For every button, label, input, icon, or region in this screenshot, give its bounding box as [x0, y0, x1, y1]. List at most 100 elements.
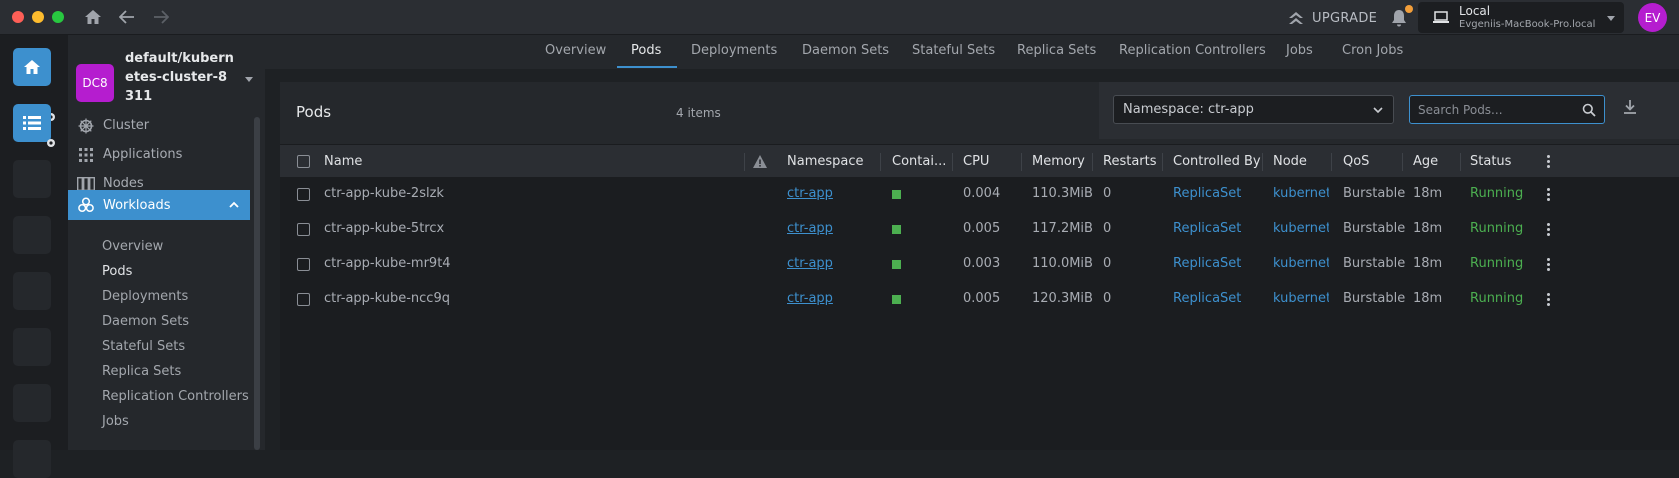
sidebar-subitem-replication-controllers[interactable]: Replication Controllers: [102, 387, 249, 407]
controlled-by-link[interactable]: ReplicaSet: [1173, 221, 1241, 236]
column-header-cpu[interactable]: CPU: [963, 154, 989, 169]
sidebar-subitem-stateful-sets[interactable]: Stateful Sets: [102, 337, 185, 357]
notification-badge: [1405, 5, 1413, 13]
namespace-link[interactable]: ctr-app: [787, 221, 833, 236]
namespace-link[interactable]: ctr-app: [787, 256, 833, 271]
cluster-badge: DC8: [76, 64, 114, 102]
upgrade-button[interactable]: UPGRADE: [1288, 8, 1377, 28]
table-row[interactable]: ctr-app-kube-mr9t4 ctr-app 0.003 110.0Mi…: [280, 247, 1679, 282]
pod-cpu: 0.003: [963, 256, 1001, 271]
download-icon[interactable]: [1621, 98, 1639, 116]
controlled-by-link[interactable]: ReplicaSet: [1173, 186, 1241, 201]
tab-overview[interactable]: Overview: [545, 43, 606, 58]
controlled-by-link[interactable]: ReplicaSet: [1173, 291, 1241, 306]
column-header-node[interactable]: Node: [1273, 154, 1307, 169]
row-checkbox[interactable]: [297, 293, 310, 306]
row-checkbox[interactable]: [297, 188, 310, 201]
column-header-status[interactable]: Status: [1470, 154, 1511, 169]
minimize-window-button[interactable]: [32, 11, 44, 23]
namespace-link[interactable]: ctr-app: [787, 186, 833, 201]
row-menu-icon[interactable]: [1547, 223, 1551, 237]
column-divider: [1402, 153, 1403, 171]
main-content: Overview Pods Deployments Daemon Sets St…: [265, 35, 1679, 450]
tab-replica-sets[interactable]: Replica Sets: [1017, 43, 1096, 58]
container-status-indicator: [892, 260, 901, 269]
search-input[interactable]: [1418, 101, 1578, 118]
pod-qos: Burstable: [1343, 291, 1406, 306]
tab-deployments[interactable]: Deployments: [691, 43, 777, 58]
tab-replication-controllers[interactable]: Replication Controllers: [1119, 43, 1266, 58]
sidebar-scrollbar[interactable]: [254, 117, 260, 450]
hotbar-empty-slot[interactable]: [13, 384, 51, 422]
row-menu-icon[interactable]: [1547, 293, 1551, 307]
home-icon[interactable]: [83, 7, 103, 27]
search-pods[interactable]: [1409, 95, 1605, 124]
node-link[interactable]: kubernetes: [1273, 221, 1329, 236]
hotbar-empty-slot[interactable]: [13, 216, 51, 254]
column-header-controlled-by[interactable]: Controlled By: [1173, 154, 1261, 169]
namespace-select-value: Namespace: ctr-app: [1123, 102, 1254, 117]
sidebar-subitem-daemon-sets[interactable]: Daemon Sets: [102, 312, 189, 332]
maximize-window-button[interactable]: [52, 11, 64, 23]
tab-stateful-sets[interactable]: Stateful Sets: [912, 43, 995, 58]
node-link[interactable]: kubernetes: [1273, 256, 1329, 271]
user-avatar[interactable]: EV: [1638, 3, 1667, 32]
sidebar-subitem-overview[interactable]: Overview: [102, 237, 163, 257]
workload-tabs: Overview Pods Deployments Daemon Sets St…: [265, 35, 1679, 69]
pod-qos: Burstable: [1343, 256, 1406, 271]
back-arrow-icon[interactable]: [117, 7, 137, 27]
table-header: Name Namespace Contai... CPU Memory Rest…: [280, 144, 1679, 177]
tab-daemon-sets[interactable]: Daemon Sets: [802, 43, 889, 58]
sidebar-subitem-replica-sets[interactable]: Replica Sets: [102, 362, 181, 382]
node-link[interactable]: kubernetes: [1273, 186, 1329, 201]
table-row[interactable]: ctr-app-kube-ncc9q ctr-app 0.005 120.3Mi…: [280, 282, 1679, 317]
row-menu-icon[interactable]: [1547, 188, 1551, 202]
pod-qos: Burstable: [1343, 221, 1406, 236]
hotbar-empty-slot[interactable]: [13, 272, 51, 310]
cluster-context-select[interactable]: Local Evgeniis-MacBook-Pro.local: [1418, 2, 1624, 33]
laptop-icon: [1433, 11, 1449, 23]
column-header-restarts[interactable]: Restarts: [1103, 154, 1157, 169]
tab-jobs[interactable]: Jobs: [1286, 43, 1313, 58]
sidebar-item-applications[interactable]: Applications: [68, 140, 250, 169]
column-menu-icon[interactable]: [1547, 155, 1551, 169]
row-checkbox[interactable]: [297, 258, 310, 271]
column-divider: [952, 153, 953, 171]
namespace-link[interactable]: ctr-app: [787, 291, 833, 306]
hotbar-empty-slot[interactable]: [13, 160, 51, 198]
column-header-name[interactable]: Name: [324, 154, 362, 169]
row-checkbox[interactable]: [297, 223, 310, 236]
sidebar-item-cluster[interactable]: Cluster: [68, 111, 250, 140]
pod-status: Running: [1470, 186, 1524, 201]
select-all-checkbox[interactable]: [297, 155, 310, 168]
table-row[interactable]: ctr-app-kube-5trcx ctr-app 0.005 117.2Mi…: [280, 212, 1679, 247]
close-window-button[interactable]: [12, 11, 24, 23]
column-header-qos[interactable]: QoS: [1343, 154, 1369, 169]
gear-icon[interactable]: [45, 137, 57, 149]
hotbar-home-item[interactable]: [13, 48, 51, 86]
hotbar-empty-slot[interactable]: [13, 440, 51, 478]
sidebar-subitem-jobs[interactable]: Jobs: [102, 412, 129, 432]
chevron-down-icon: [1373, 107, 1383, 114]
sidebar-item-label: Applications: [103, 147, 183, 162]
column-header-age[interactable]: Age: [1413, 154, 1438, 169]
cluster-header[interactable]: DC8 default/kubernetes-cluster-8311: [76, 45, 256, 105]
pod-restarts: 0: [1103, 291, 1112, 306]
node-link[interactable]: kubernetes: [1273, 291, 1329, 306]
table-row[interactable]: ctr-app-kube-2slzk ctr-app 0.004 110.3Mi…: [280, 177, 1679, 212]
tab-pods[interactable]: Pods: [631, 43, 661, 58]
row-menu-icon[interactable]: [1547, 258, 1551, 272]
sidebar-item-label: Nodes: [103, 176, 144, 191]
column-header-containers[interactable]: Contai...: [892, 154, 946, 169]
sidebar-subitem-deployments[interactable]: Deployments: [102, 287, 188, 307]
controlled-by-link[interactable]: ReplicaSet: [1173, 256, 1241, 271]
sidebar-item-workloads[interactable]: Workloads: [68, 190, 250, 220]
sidebar-subitem-pods[interactable]: Pods: [102, 262, 132, 282]
forward-arrow-icon[interactable]: [151, 7, 171, 27]
column-header-memory[interactable]: Memory: [1032, 154, 1085, 169]
tab-cron-jobs[interactable]: Cron Jobs: [1342, 43, 1403, 58]
namespace-select[interactable]: Namespace: ctr-app: [1113, 95, 1394, 124]
column-header-namespace[interactable]: Namespace: [787, 154, 864, 169]
hotbar-empty-slot[interactable]: [13, 328, 51, 366]
column-divider: [880, 153, 881, 171]
